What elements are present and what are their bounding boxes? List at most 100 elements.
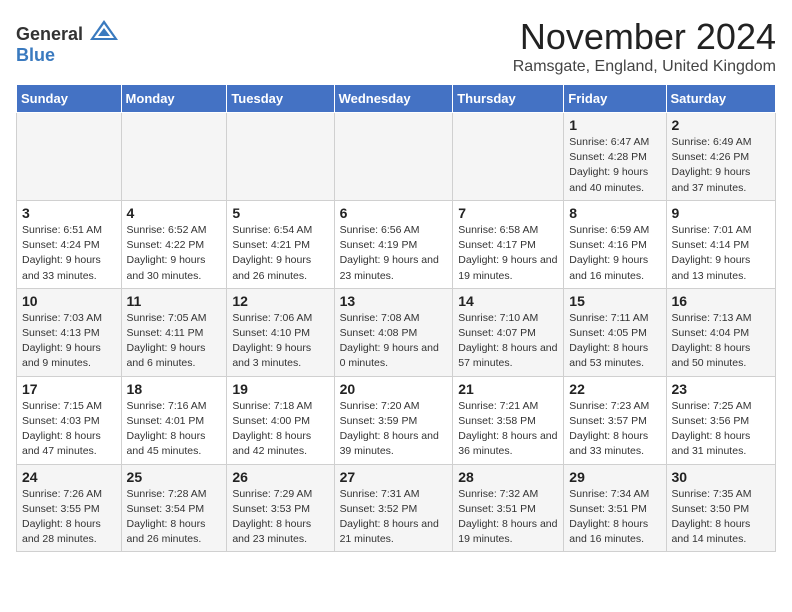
day-cell: 7Sunrise: 6:58 AM Sunset: 4:17 PM Daylig… — [453, 200, 564, 288]
month-title: November 2024 — [513, 16, 776, 58]
day-number: 23 — [672, 381, 770, 397]
header-sunday: Sunday — [17, 85, 122, 113]
day-cell: 15 Sunrise: 7:11 AM Sunset: 4:05 PM Dayli… — [564, 288, 666, 376]
week-row-2: 3 Sunrise: 6:51 AM Sunset: 4:24 PM Daylig… — [17, 200, 776, 288]
day-number: 3 — [22, 205, 116, 221]
day-number: 2 — [672, 117, 770, 133]
day-number: 5 — [232, 205, 328, 221]
day-cell: 28Sunrise: 7:32 AM Sunset: 3:51 PM Dayli… — [453, 464, 564, 552]
day-number: 27 — [340, 469, 448, 485]
day-info: Sunrise: 7:25 AM Sunset: 3:56 PM Dayligh… — [672, 399, 770, 460]
day-cell — [453, 113, 564, 201]
day-info: Sunrise: 6:56 AM Sunset: 4:19 PM Dayligh… — [340, 223, 448, 284]
day-cell: 17 Sunrise: 7:15 AM Sunset: 4:03 PM Dayli… — [17, 376, 122, 464]
day-cell: 23 Sunrise: 7:25 AM Sunset: 3:56 PM Dayli… — [666, 376, 775, 464]
day-number: 17 — [22, 381, 116, 397]
day-number: 24 — [22, 469, 116, 485]
day-number: 20 — [340, 381, 448, 397]
day-cell — [227, 113, 334, 201]
day-info: Sunrise: 6:54 AM Sunset: 4:21 PM Dayligh… — [232, 223, 328, 284]
header: General Blue November 2024 Ramsgate, Eng… — [16, 16, 776, 76]
day-cell: 26 Sunrise: 7:29 AM Sunset: 3:53 PM Dayli… — [227, 464, 334, 552]
logo-blue-text: Blue — [16, 45, 55, 66]
day-cell — [17, 113, 122, 201]
day-number: 12 — [232, 293, 328, 309]
day-info: Sunrise: 6:52 AM Sunset: 4:22 PM Dayligh… — [127, 223, 222, 284]
day-cell: 14 Sunrise: 7:10 AM Sunset: 4:07 PM Dayli… — [453, 288, 564, 376]
header-tuesday: Tuesday — [227, 85, 334, 113]
day-info: Sunrise: 7:16 AM Sunset: 4:01 PM Dayligh… — [127, 399, 222, 460]
day-cell: 4Sunrise: 6:52 AM Sunset: 4:22 PM Daylig… — [121, 200, 227, 288]
day-info: Sunrise: 7:10 AM Sunset: 4:07 PM Dayligh… — [458, 311, 558, 372]
header-friday: Friday — [564, 85, 666, 113]
week-row-4: 17 Sunrise: 7:15 AM Sunset: 4:03 PM Dayli… — [17, 376, 776, 464]
header-saturday: Saturday — [666, 85, 775, 113]
day-info: Sunrise: 7:31 AM Sunset: 3:52 PM Dayligh… — [340, 487, 448, 548]
day-number: 22 — [569, 381, 660, 397]
week-row-5: 24 Sunrise: 7:26 AM Sunset: 3:55 PM Dayli… — [17, 464, 776, 552]
header-row: Sunday Monday Tuesday Wednesday Thursday… — [17, 85, 776, 113]
day-info: Sunrise: 7:35 AM Sunset: 3:50 PM Dayligh… — [672, 487, 770, 548]
day-number: 11 — [127, 293, 222, 309]
day-info: Sunrise: 7:23 AM Sunset: 3:57 PM Dayligh… — [569, 399, 660, 460]
day-info: Sunrise: 7:26 AM Sunset: 3:55 PM Dayligh… — [22, 487, 116, 548]
day-cell: 29Sunrise: 7:34 AM Sunset: 3:51 PM Dayli… — [564, 464, 666, 552]
day-number: 15 — [569, 293, 660, 309]
day-info: Sunrise: 7:03 AM Sunset: 4:13 PM Dayligh… — [22, 311, 116, 372]
day-cell: 11 Sunrise: 7:05 AM Sunset: 4:11 PM Dayli… — [121, 288, 227, 376]
day-cell: 20 Sunrise: 7:20 AM Sunset: 3:59 PM Dayli… — [334, 376, 453, 464]
day-info: Sunrise: 6:47 AM Sunset: 4:28 PM Dayligh… — [569, 135, 660, 196]
day-info: Sunrise: 6:49 AM Sunset: 4:26 PM Dayligh… — [672, 135, 770, 196]
day-info: Sunrise: 7:32 AM Sunset: 3:51 PM Dayligh… — [458, 487, 558, 548]
day-cell: 19 Sunrise: 7:18 AM Sunset: 4:00 PM Dayli… — [227, 376, 334, 464]
day-cell: 5 Sunrise: 6:54 AM Sunset: 4:21 PM Daylig… — [227, 200, 334, 288]
title-area: November 2024 Ramsgate, England, United … — [513, 16, 776, 76]
day-cell: 13 Sunrise: 7:08 AM Sunset: 4:08 PM Dayli… — [334, 288, 453, 376]
day-info: Sunrise: 7:13 AM Sunset: 4:04 PM Dayligh… — [672, 311, 770, 372]
logo: General Blue — [16, 20, 118, 66]
day-info: Sunrise: 7:29 AM Sunset: 3:53 PM Dayligh… — [232, 487, 328, 548]
day-number: 29 — [569, 469, 660, 485]
day-info: Sunrise: 7:18 AM Sunset: 4:00 PM Dayligh… — [232, 399, 328, 460]
calendar-header: Sunday Monday Tuesday Wednesday Thursday… — [17, 85, 776, 113]
calendar-body: 1 Sunrise: 6:47 AM Sunset: 4:28 PM Daylig… — [17, 113, 776, 552]
day-number: 9 — [672, 205, 770, 221]
day-cell: 12Sunrise: 7:06 AM Sunset: 4:10 PM Dayli… — [227, 288, 334, 376]
header-monday: Monday — [121, 85, 227, 113]
day-info: Sunrise: 7:05 AM Sunset: 4:11 PM Dayligh… — [127, 311, 222, 372]
day-cell: 27 Sunrise: 7:31 AM Sunset: 3:52 PM Dayli… — [334, 464, 453, 552]
week-row-1: 1 Sunrise: 6:47 AM Sunset: 4:28 PM Daylig… — [17, 113, 776, 201]
day-info: Sunrise: 7:20 AM Sunset: 3:59 PM Dayligh… — [340, 399, 448, 460]
day-info: Sunrise: 6:51 AM Sunset: 4:24 PM Dayligh… — [22, 223, 116, 284]
day-cell: 3 Sunrise: 6:51 AM Sunset: 4:24 PM Daylig… — [17, 200, 122, 288]
day-info: Sunrise: 7:21 AM Sunset: 3:58 PM Dayligh… — [458, 399, 558, 460]
day-cell: 8Sunrise: 6:59 AM Sunset: 4:16 PM Daylig… — [564, 200, 666, 288]
day-info: Sunrise: 7:15 AM Sunset: 4:03 PM Dayligh… — [22, 399, 116, 460]
day-info: Sunrise: 6:59 AM Sunset: 4:16 PM Dayligh… — [569, 223, 660, 284]
day-number: 10 — [22, 293, 116, 309]
day-cell: 9Sunrise: 7:01 AM Sunset: 4:14 PM Daylig… — [666, 200, 775, 288]
day-info: Sunrise: 7:28 AM Sunset: 3:54 PM Dayligh… — [127, 487, 222, 548]
day-number: 6 — [340, 205, 448, 221]
day-number: 30 — [672, 469, 770, 485]
day-info: Sunrise: 7:08 AM Sunset: 4:08 PM Dayligh… — [340, 311, 448, 372]
day-number: 19 — [232, 381, 328, 397]
day-cell: 2 Sunrise: 6:49 AM Sunset: 4:26 PM Daylig… — [666, 113, 775, 201]
day-cell: 10 Sunrise: 7:03 AM Sunset: 4:13 PM Dayli… — [17, 288, 122, 376]
day-number: 14 — [458, 293, 558, 309]
day-info: Sunrise: 7:11 AM Sunset: 4:05 PM Dayligh… — [569, 311, 660, 372]
day-cell: 6 Sunrise: 6:56 AM Sunset: 4:19 PM Daylig… — [334, 200, 453, 288]
day-cell — [121, 113, 227, 201]
day-number: 21 — [458, 381, 558, 397]
day-number: 1 — [569, 117, 660, 133]
location-title: Ramsgate, England, United Kingdom — [513, 58, 776, 76]
day-number: 13 — [340, 293, 448, 309]
day-cell: 25Sunrise: 7:28 AM Sunset: 3:54 PM Dayli… — [121, 464, 227, 552]
day-number: 7 — [458, 205, 558, 221]
logo-general-text: General — [16, 24, 83, 44]
day-cell: 18Sunrise: 7:16 AM Sunset: 4:01 PM Dayli… — [121, 376, 227, 464]
day-number: 26 — [232, 469, 328, 485]
day-cell: 1 Sunrise: 6:47 AM Sunset: 4:28 PM Daylig… — [564, 113, 666, 201]
day-cell: 22 Sunrise: 7:23 AM Sunset: 3:57 PM Dayli… — [564, 376, 666, 464]
day-cell: 16Sunrise: 7:13 AM Sunset: 4:04 PM Dayli… — [666, 288, 775, 376]
